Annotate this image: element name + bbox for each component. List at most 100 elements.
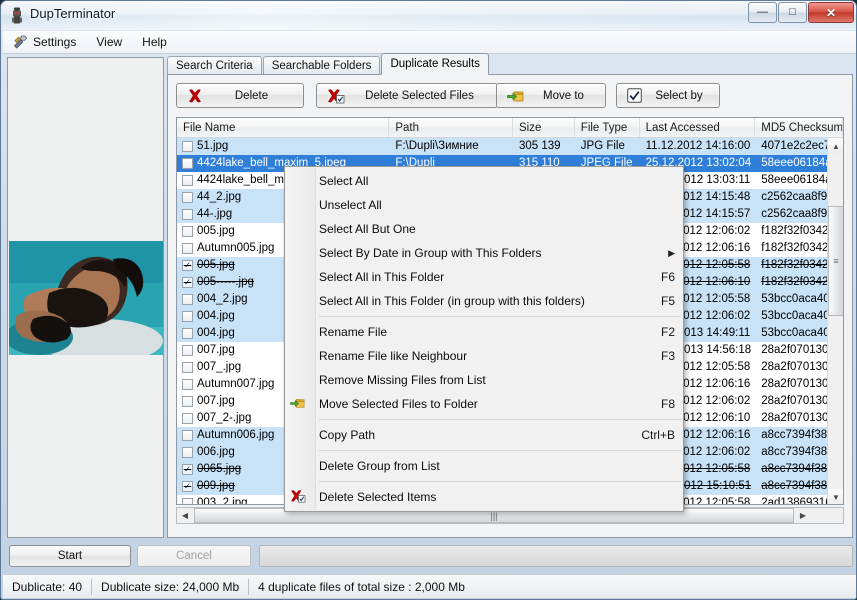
vertical-scrollbar[interactable]: ▲ ≡ ▼ [827,138,843,504]
context-menu-item-label: Remove Missing Files from List [319,373,486,387]
cancel-button-label: Cancel [176,550,212,562]
row-checkbox[interactable] [182,311,193,322]
row-checkbox[interactable] [182,498,193,504]
context-menu-separator [319,316,681,317]
window-controls: — □ ✕ [747,2,854,24]
tab-search-criteria[interactable]: Search Criteria [167,56,262,75]
tab-duplicate-results[interactable]: Duplicate Results [381,53,489,75]
row-checkbox[interactable] [182,209,193,220]
scroll-down-arrow[interactable]: ▼ [828,489,843,504]
row-checkbox[interactable] [182,362,193,373]
status-bar: Dublicate: 40 Dublicate size: 24,000 Mb … [3,574,856,598]
cell-file-name: 007.jpg [197,395,235,407]
column-header-file-name[interactable]: File Name [177,118,390,137]
maximize-button[interactable]: □ [778,2,807,23]
table-row[interactable]: 51.jpg F:\Dupli\Зимние 305 139 JPG File 11.1… [177,138,843,155]
context-menu-separator [319,481,681,482]
cell-size: 305 139 [518,140,561,152]
vertical-scroll-thumb[interactable]: ≡ [828,206,843,316]
delete-button[interactable]: Delete [176,83,304,108]
column-header-last-accessed[interactable]: Last Accessed [640,118,756,137]
status-duplicate-count: Dublicate: 40 [12,579,83,594]
move-to-button[interactable]: Move to [496,83,606,108]
cell-file-name: 0065.jpg [197,463,242,475]
title-bar: DupTerminator — □ ✕ [1,1,856,30]
column-header-file-type[interactable]: File Type [575,118,640,137]
cell-file-name: 007_.jpg [197,361,242,373]
minimize-button[interactable]: — [748,2,777,23]
row-checkbox[interactable] [182,192,193,203]
context-menu-item-remove-missing-files-from-list[interactable]: Remove Missing Files from List [285,368,683,392]
start-button[interactable]: Start [9,545,131,567]
move-folder-icon [290,396,306,412]
progress-bar [259,545,853,567]
cell-file-name: Autumn006.jpg [197,429,275,441]
context-menu-item-accelerator: F3 [660,349,675,363]
row-checkbox[interactable] [182,294,193,305]
context-menu-item-accelerator: F5 [660,294,675,308]
row-checkbox[interactable]: ✓ [182,481,193,492]
context-menu-item-select-all-in-this-folder-in-group-with-this-folders[interactable]: Select All in This Folder (in group with… [285,289,683,313]
menu-item-help-label: Help [142,35,167,49]
scroll-left-arrow[interactable]: ◀ [177,508,193,523]
context-menu-item-rename-file-like-neighbour[interactable]: Rename File like Neighbour F3 [285,344,683,368]
scroll-right-arrow[interactable]: ▶ [795,508,811,523]
select-by-button-label: Select by [655,89,703,102]
context-menu-item-copy-path[interactable]: Copy Path Ctrl+B [285,423,683,447]
scroll-up-arrow[interactable]: ▲ [828,138,843,154]
row-checkbox[interactable] [182,430,193,441]
cell-file-name: 007_2-.jpg [197,412,252,424]
delete-selected-files-button-label: Delete Selected Files [365,89,474,102]
context-menu-item-select-all-in-this-folder[interactable]: Select All in This Folder F6 [285,265,683,289]
row-checkbox[interactable] [182,345,193,356]
cell-file-name: Autumn007.jpg [197,378,275,390]
context-menu[interactable]: Select All Unselect All Select All But One… [284,166,684,512]
context-menu-item-select-by-date-in-group-with-this-folders[interactable]: Select By Date in Group with This Folder… [285,241,683,265]
context-menu-item-select-all[interactable]: Select All [285,169,683,193]
column-header-path[interactable]: Path [389,118,513,137]
context-menu-item-unselect-all[interactable]: Unselect All [285,193,683,217]
row-checkbox[interactable] [182,328,193,339]
context-menu-item-rename-file[interactable]: Rename File F2 [285,320,683,344]
row-checkbox[interactable] [182,413,193,424]
row-checkbox[interactable]: ✓ [182,464,193,475]
menu-item-help[interactable]: Help [132,32,177,52]
cell-file-name: 004_2.jpg [197,293,248,305]
row-checkbox[interactable] [182,175,193,186]
red-x-checkbox-icon [290,489,306,505]
menu-item-settings-label: Settings [33,35,77,49]
cell-file-name: 44-.jpg [197,208,233,220]
tab-searchable-folders[interactable]: Searchable Folders [262,56,381,75]
cell-file-name: 005.jpg [197,225,235,237]
delete-selected-files-button[interactable]: Delete Selected Files [316,83,498,108]
context-menu-item-delete-selected-items[interactable]: Delete Selected Items [285,485,683,509]
select-by-button[interactable]: Select by [616,83,720,108]
context-menu-separator [319,450,681,451]
menu-item-view-label: View [96,35,123,49]
context-menu-item-move-selected-files-to-folder[interactable]: Move Selected Files to Folder F8 [285,392,683,416]
context-menu-item-label: Select All in This Folder [319,270,445,284]
context-menu-item-delete-group-from-list[interactable]: Delete Group from List [285,454,683,478]
window-title: DupTerminator [30,6,116,21]
maximize-icon: □ [789,6,796,18]
row-checkbox[interactable] [182,141,193,152]
row-checkbox[interactable]: ✓ [182,277,193,288]
row-checkbox[interactable] [182,396,193,407]
app-window: DupTerminator — □ ✕ Settings View Help S… [0,0,857,600]
row-checkbox[interactable]: ✓ [182,260,193,271]
tab-strip: Search Criteria Searchable Folders Dupli… [167,53,853,75]
row-checkbox[interactable] [182,226,193,237]
terminator-icon [12,7,22,24]
close-button[interactable]: ✕ [808,2,854,23]
row-checkbox[interactable] [182,158,193,169]
context-menu-item-label: Copy Path [319,428,376,442]
column-header-md5-checksum[interactable]: MD5 Checksum [755,118,843,137]
column-header-size[interactable]: Size [513,118,575,137]
menu-item-view[interactable]: View [86,32,132,52]
context-menu-item-select-all-but-one[interactable]: Select All But One [285,217,683,241]
menu-item-settings[interactable]: Settings [3,32,86,52]
row-checkbox[interactable] [182,243,193,254]
row-checkbox[interactable] [182,379,193,390]
row-checkbox[interactable] [182,447,193,458]
image-preview-thumbnail[interactable] [9,241,163,355]
